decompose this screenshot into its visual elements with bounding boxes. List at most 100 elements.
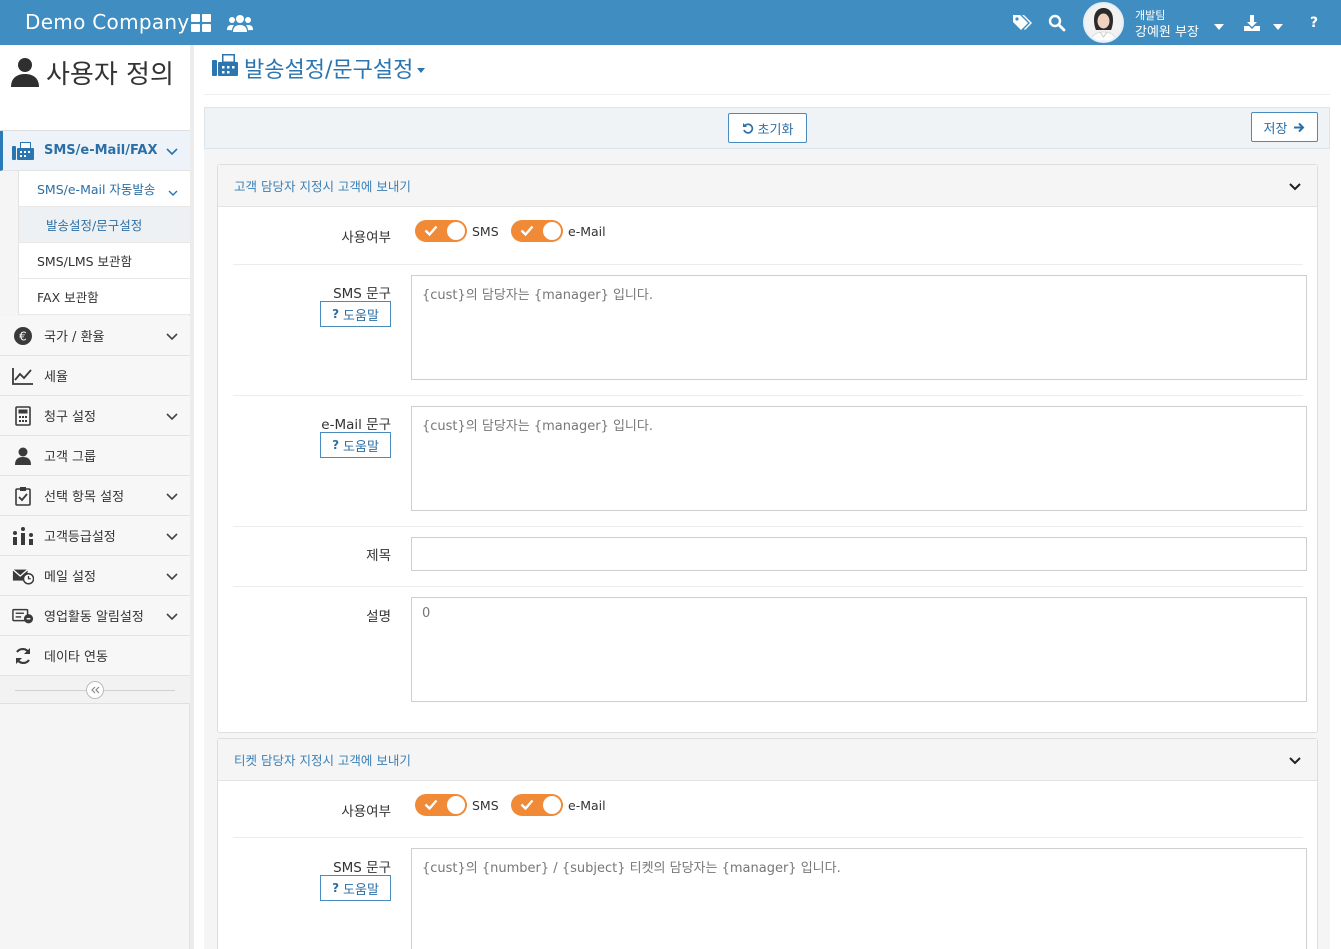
grade-icon	[12, 526, 34, 546]
chevron-down-icon	[166, 410, 178, 425]
description-text-area[interactable]: 0	[411, 597, 1307, 702]
email-text-area[interactable]: {cust}의 담당자는 {manager} 입니다.	[411, 406, 1307, 511]
collapse-sidebar-icon[interactable]	[86, 681, 104, 699]
sidebar-item-label: 영업활동 알림설정	[44, 610, 144, 625]
calculator-icon	[12, 405, 34, 426]
heading-divider	[204, 94, 1330, 95]
email-help-button[interactable]: ? 도움말	[320, 432, 391, 458]
sidebar-item-country-currency[interactable]: € 국가 / 환율	[0, 316, 190, 356]
sidebar-item-tax-rate[interactable]: 세율	[0, 356, 190, 396]
sms-toggle-label: SMS	[472, 798, 499, 813]
use-label: 사용여부	[341, 804, 391, 820]
chart-line-icon	[12, 366, 34, 386]
person-icon	[12, 446, 34, 466]
sidebar-item-label: 고객등급설정	[44, 530, 116, 545]
sidebar-item-sales-alert[interactable]: 영업활동 알림설정	[0, 596, 190, 636]
row-divider	[233, 526, 1303, 527]
sales-alert-icon	[12, 606, 34, 626]
sms-text-area[interactable]: {cust}의 {number} / {subject} 티켓의 담당자는 {m…	[411, 848, 1307, 949]
sidebar-subitem-send-settings[interactable]: 발송설정/문구설정	[18, 207, 190, 243]
sms-toggle[interactable]	[415, 794, 467, 816]
help-button-label: 도움말	[343, 439, 379, 455]
sidebar-item-label: SMS/e-Mail/FAX	[44, 143, 158, 158]
user-menu-caret-icon[interactable]	[1214, 19, 1224, 34]
grid-icon[interactable]	[190, 12, 212, 34]
sms-help-button[interactable]: ? 도움말	[320, 875, 391, 901]
check-icon	[424, 799, 438, 814]
sidebar-divider	[190, 45, 194, 949]
use-label: 사용여부	[341, 230, 391, 246]
sidebar-subitem-sms-lms-box[interactable]: SMS/LMS 보관함	[18, 243, 190, 279]
undo-icon	[742, 122, 754, 134]
save-button-label: 저장	[1263, 121, 1288, 137]
sidebar-item-label: 청구 설정	[44, 410, 96, 425]
sidebar-subitem-fax-box[interactable]: FAX 보관함	[18, 279, 190, 315]
top-navbar: Demo Company 개발팀 강예원 부장 ?	[0, 0, 1341, 45]
sidebar-item-label: 선택 항목 설정	[44, 490, 125, 505]
row-divider	[233, 395, 1303, 396]
brand-logo[interactable]: Demo Company	[25, 10, 190, 34]
sidebar-item-customer-group[interactable]: 고객 그룹	[0, 436, 190, 476]
panel-header[interactable]: 티켓 담당자 지정시 고객에 보내기	[218, 739, 1317, 781]
svg-text:€: €	[19, 329, 27, 343]
person-icon	[10, 57, 40, 96]
sidebar-item-billing[interactable]: 청구 설정	[0, 396, 190, 436]
sidebar-item-customer-grade[interactable]: 고객등급설정	[0, 516, 190, 556]
users-icon[interactable]	[227, 12, 253, 34]
sms-text-label: SMS 문구	[333, 860, 391, 876]
chevron-down-icon	[417, 67, 426, 73]
sidebar-collapse-bar	[0, 676, 190, 704]
chevron-down-icon	[166, 490, 178, 505]
chevron-down-icon[interactable]	[1289, 179, 1301, 194]
check-icon	[424, 225, 438, 240]
chevron-down-icon[interactable]	[1289, 753, 1301, 768]
row-divider	[233, 586, 1303, 587]
sms-toggle-label: SMS	[472, 224, 499, 239]
sidebar-item-option-settings[interactable]: 선택 항목 설정	[0, 476, 190, 516]
sidebar-item-label: 고객 그룹	[44, 450, 96, 465]
email-toggle[interactable]	[511, 220, 563, 242]
save-button[interactable]: 저장	[1251, 112, 1318, 142]
row-divider	[233, 264, 1303, 265]
help-button-label: 도움말	[343, 882, 379, 898]
reset-button[interactable]: 초기화	[728, 113, 807, 143]
page-title-text: 발송설정/문구설정	[244, 58, 414, 83]
sidebar-item-label: 데이타 연동	[44, 650, 108, 665]
user-name[interactable]: 강예원 부장	[1135, 21, 1199, 40]
question-icon: ?	[332, 307, 340, 321]
sms-text-area[interactable]: {cust}의 담당자는 {manager} 입니다.	[411, 275, 1307, 380]
fax-icon	[212, 54, 238, 82]
chevron-down-icon	[166, 570, 178, 585]
email-toggle[interactable]	[511, 794, 563, 816]
sidebar-item-mail-settings[interactable]: 메일 설정	[0, 556, 190, 596]
help-icon[interactable]: ?	[1303, 12, 1325, 34]
question-icon: ?	[332, 881, 340, 895]
sidebar-subitem-auto-send[interactable]: SMS/e-Mail 자동발송	[18, 171, 190, 207]
reset-button-label: 초기화	[757, 122, 794, 138]
mail-clock-icon	[12, 566, 34, 586]
sidebar-subitem-label: FAX 보관함	[37, 290, 99, 305]
panel-header[interactable]: 고객 담당자 지정시 고객에 보내기	[218, 165, 1317, 207]
sidebar-item-sms-email-fax[interactable]: SMS/e-Mail/FAX	[0, 131, 190, 171]
email-toggle-label: e-Mail	[568, 224, 606, 239]
search-icon[interactable]	[1046, 12, 1068, 34]
sidebar: 사용자 정의 SMS/e-Mail/FAX SMS/e-Mail 자동발송 발송…	[0, 45, 190, 949]
sidebar-title-text: 사용자 정의	[46, 60, 174, 90]
sidebar-item-label: 세율	[44, 370, 68, 385]
chevron-down-icon	[166, 610, 178, 625]
clipboard-check-icon	[12, 486, 34, 506]
check-icon	[520, 225, 534, 240]
avatar[interactable]	[1083, 2, 1124, 43]
sms-help-button[interactable]: ? 도움말	[320, 301, 391, 327]
subject-input[interactable]	[411, 537, 1307, 571]
page-title[interactable]: 발송설정/문구설정	[212, 52, 426, 84]
download-menu-caret-icon[interactable]	[1273, 19, 1283, 34]
download-icon[interactable]	[1241, 12, 1263, 34]
sms-toggle[interactable]	[415, 220, 467, 242]
fax-icon	[12, 141, 34, 161]
sms-text-label: SMS 문구	[333, 286, 391, 302]
sidebar-subitem-label: SMS/e-Mail 자동발송	[37, 182, 156, 197]
email-text-label: e-Mail 문구	[321, 417, 391, 433]
sidebar-item-data-sync[interactable]: 데이타 연동	[0, 636, 190, 676]
tags-icon[interactable]	[1011, 12, 1033, 34]
